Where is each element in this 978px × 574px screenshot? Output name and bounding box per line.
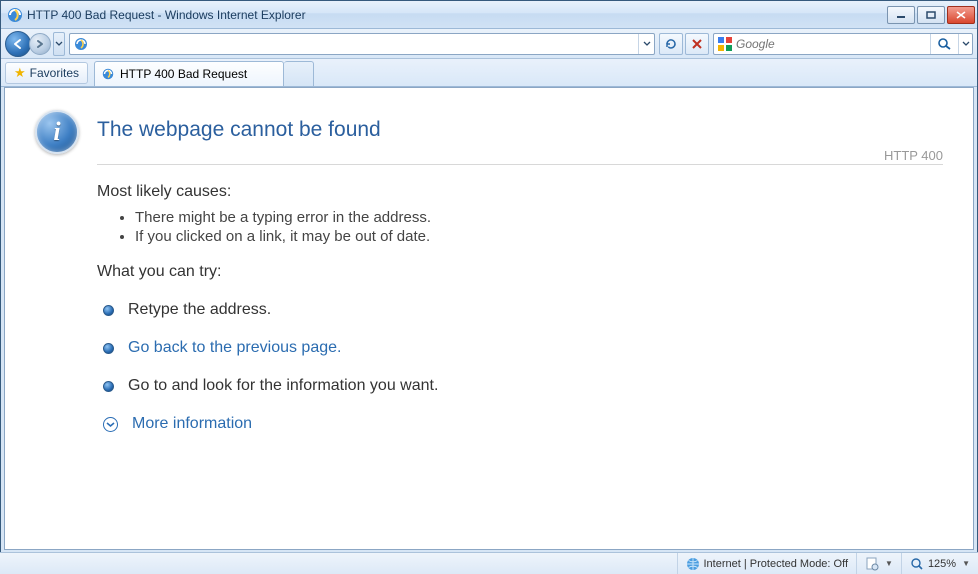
window-title: HTTP 400 Bad Request - Windows Internet … — [27, 8, 887, 22]
expand-icon — [103, 417, 118, 432]
chevron-down-icon: ▼ — [962, 559, 970, 568]
google-icon — [717, 36, 733, 52]
address-input[interactable] — [92, 35, 638, 53]
globe-icon — [686, 557, 700, 571]
status-spacer — [0, 553, 678, 574]
error-heading: The webpage cannot be found — [97, 118, 943, 142]
try-item-goback: Go back to the previous page. — [103, 339, 943, 357]
page-info-button[interactable]: ▼ — [857, 553, 902, 574]
zoom-control[interactable]: 125% ▼ — [902, 553, 978, 574]
causes-title: Most likely causes: — [97, 183, 943, 201]
zoom-text: 125% — [928, 558, 956, 570]
divider: HTTP 400 — [97, 164, 943, 165]
more-info-link[interactable]: More information — [132, 415, 252, 433]
window-titlebar: HTTP 400 Bad Request - Windows Internet … — [1, 1, 977, 29]
nav-history-dropdown[interactable] — [53, 32, 65, 56]
bullet-icon — [103, 343, 114, 354]
bullet-icon — [103, 305, 114, 316]
tab-active[interactable]: HTTP 400 Bad Request — [94, 61, 284, 86]
chevron-down-icon: ▼ — [885, 559, 893, 568]
ie-icon — [7, 7, 23, 23]
try-title: What you can try: — [97, 263, 943, 281]
security-zone[interactable]: Internet | Protected Mode: Off — [678, 553, 858, 574]
maximize-button[interactable] — [917, 6, 945, 24]
go-back-link[interactable]: Go back to the previous page. — [128, 339, 341, 357]
causes-list: There might be a typing error in the add… — [97, 209, 943, 245]
close-button[interactable] — [947, 6, 975, 24]
http-code: HTTP 400 — [884, 148, 943, 163]
try-item-retype: Retype the address. — [103, 301, 943, 319]
try-text: Retype the address. — [128, 301, 271, 319]
back-button[interactable] — [5, 31, 31, 57]
search-box[interactable] — [713, 33, 973, 55]
try-item-goto: Go to and look for the information you w… — [103, 377, 943, 395]
status-bar: Internet | Protected Mode: Off ▼ 125% ▼ — [0, 552, 978, 574]
favorites-button[interactable]: ★ Favorites — [5, 62, 88, 84]
star-icon: ★ — [14, 65, 26, 81]
favorites-bar: ★ Favorites HTTP 400 Bad Request — [1, 59, 977, 87]
zone-text: Internet | Protected Mode: Off — [704, 558, 849, 570]
new-tab-button[interactable] — [284, 61, 314, 86]
search-button[interactable] — [930, 34, 958, 54]
more-info-toggle[interactable]: More information — [103, 415, 943, 433]
favorites-label: Favorites — [30, 66, 79, 80]
info-icon: i — [35, 110, 79, 154]
try-text: Go to and look for the information you w… — [128, 377, 438, 395]
stop-button[interactable] — [685, 33, 709, 55]
zoom-icon — [910, 557, 924, 571]
nav-toolbar — [1, 29, 977, 59]
search-input[interactable] — [736, 35, 930, 53]
tab-title: HTTP 400 Bad Request — [120, 67, 247, 81]
bullet-icon — [103, 381, 114, 392]
refresh-button[interactable] — [659, 33, 683, 55]
address-bar[interactable] — [69, 33, 655, 55]
minimize-button[interactable] — [887, 6, 915, 24]
address-dropdown[interactable] — [638, 34, 654, 54]
page-icon — [865, 557, 879, 571]
ie-page-icon — [73, 36, 89, 52]
search-dropdown[interactable] — [958, 34, 972, 54]
cause-item: There might be a typing error in the add… — [135, 209, 943, 226]
forward-button[interactable] — [29, 33, 51, 55]
page-content: i The webpage cannot be found HTTP 400 M… — [4, 87, 974, 550]
cause-item: If you clicked on a link, it may be out … — [135, 228, 943, 245]
ie-page-icon — [101, 67, 115, 81]
